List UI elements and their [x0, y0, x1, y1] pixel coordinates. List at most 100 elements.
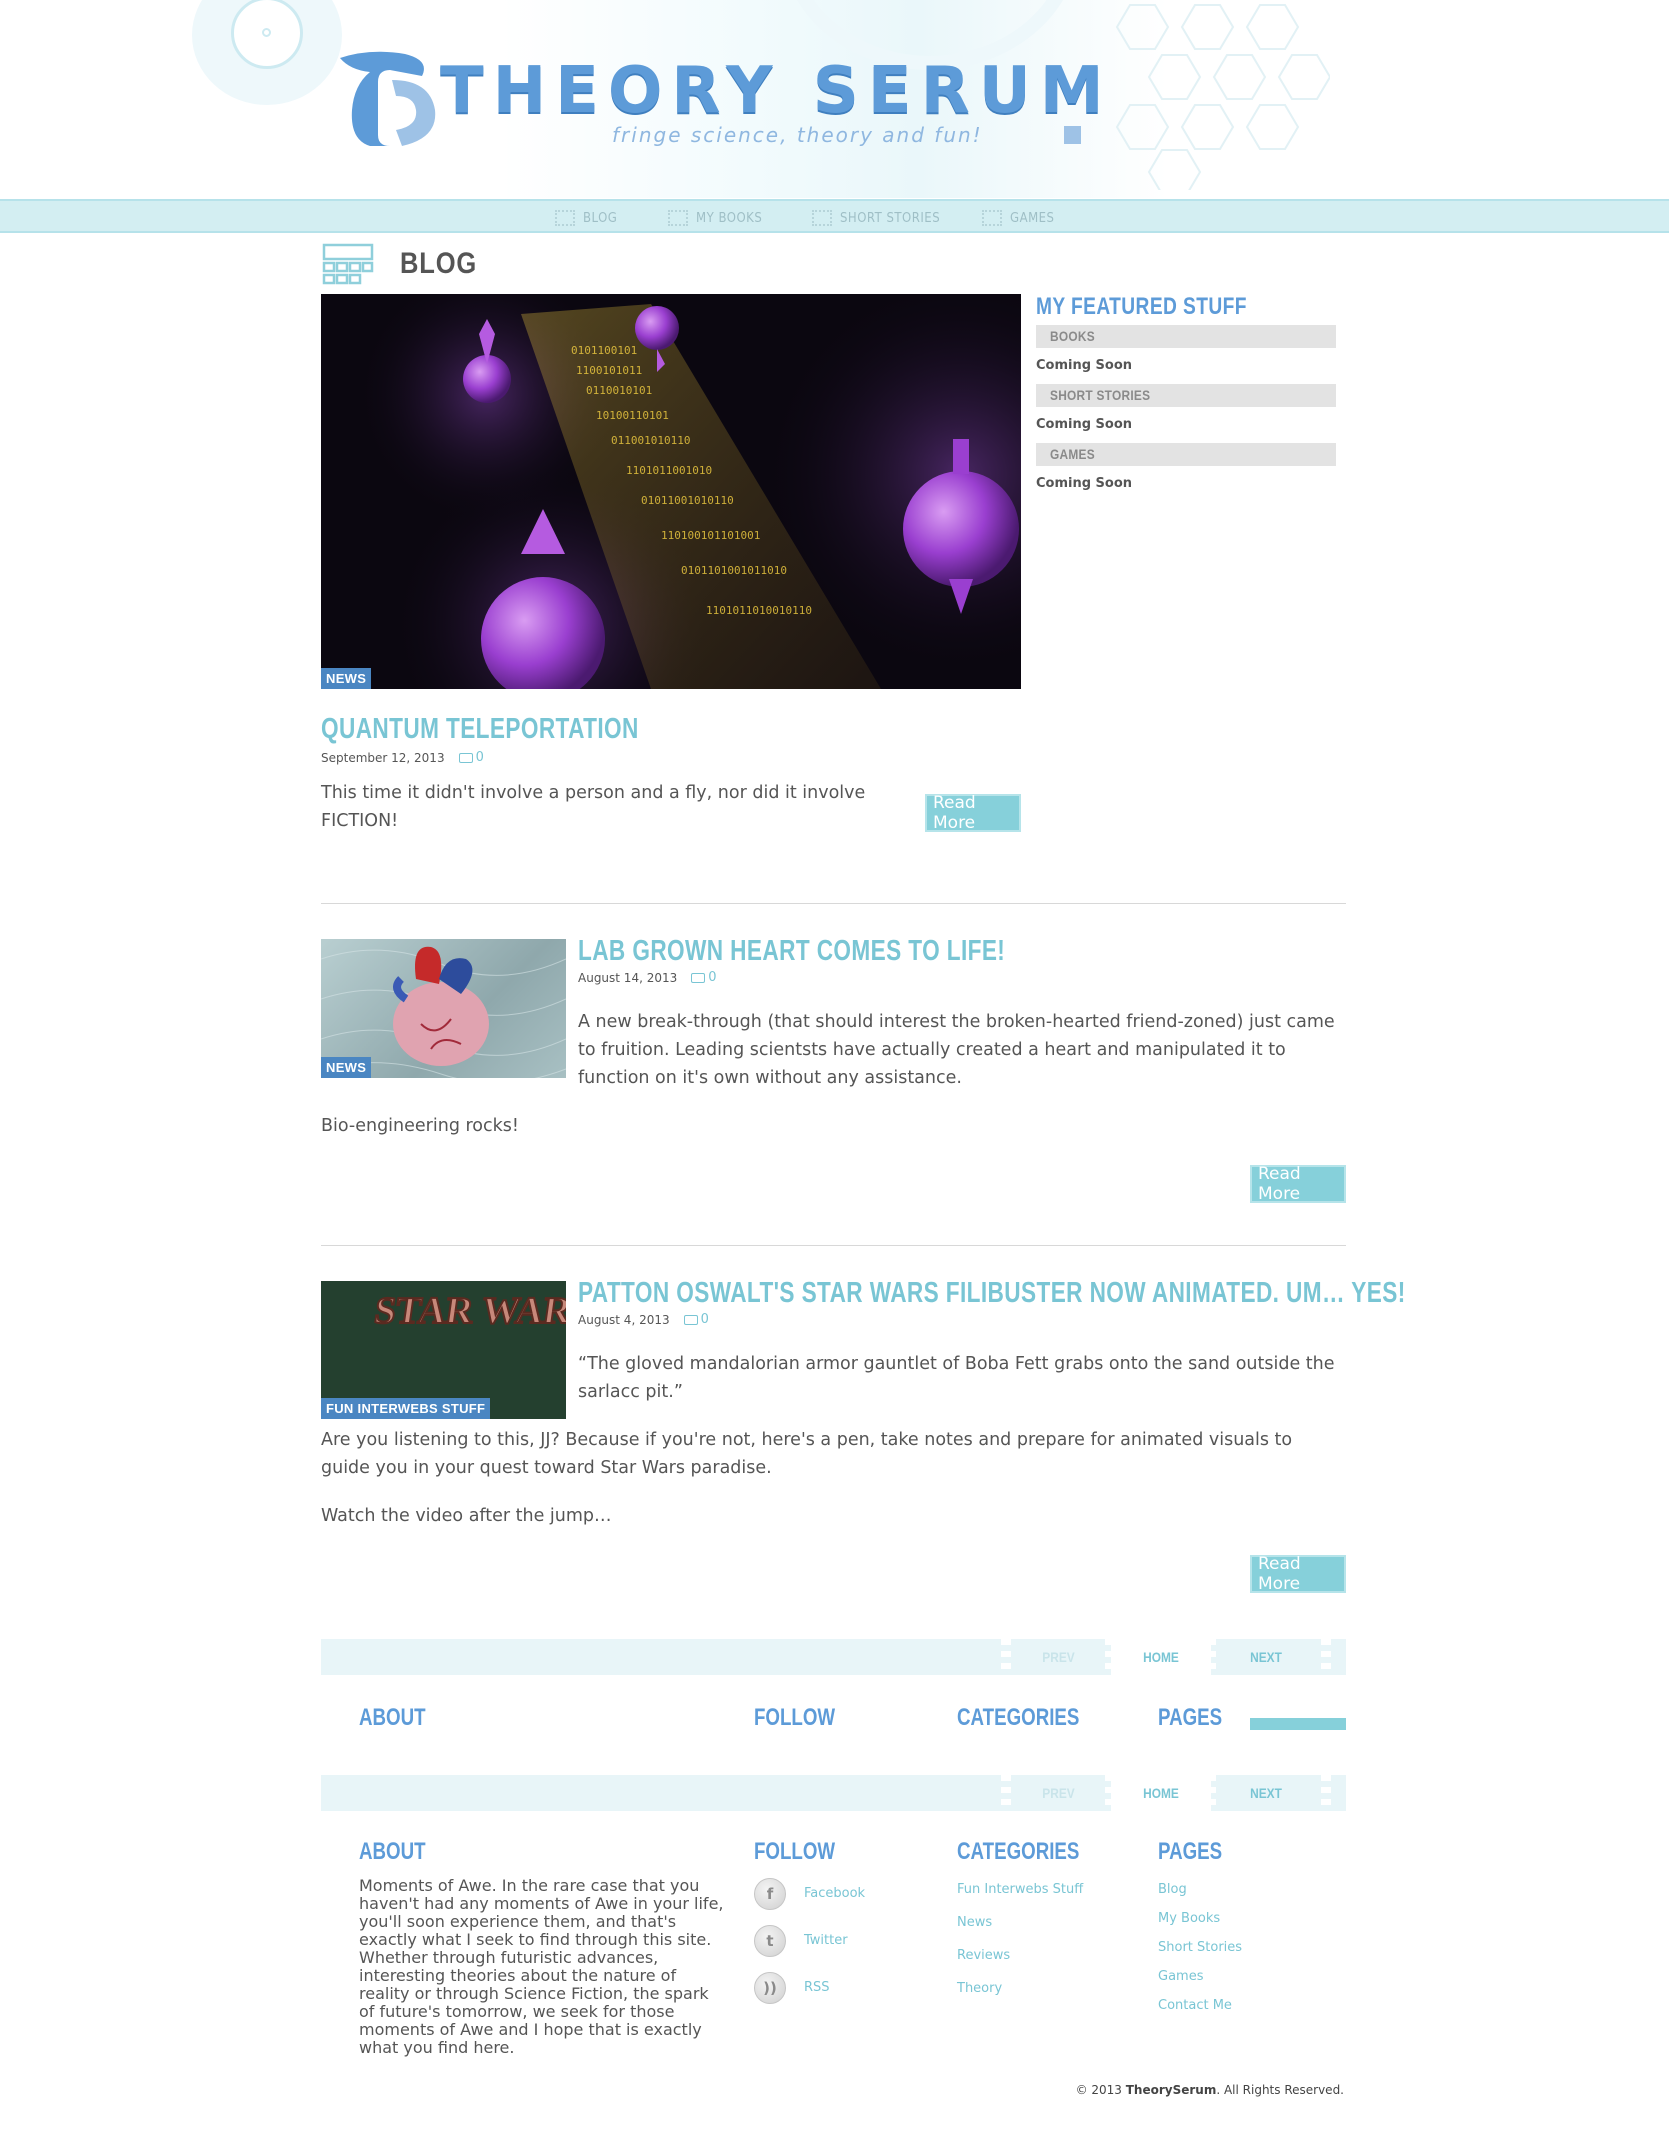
footer-heading-categories: CATEGORIES — [957, 1838, 1080, 1865]
category-link[interactable]: Theory — [957, 1981, 1002, 1996]
post-thumbnail[interactable]: NEWS — [321, 939, 566, 1078]
svg-text:0101101001011010: 0101101001011010 — [681, 564, 787, 577]
stories-icon — [812, 210, 832, 226]
home-button[interactable]: HOME — [1119, 1775, 1204, 1811]
category-badge[interactable]: NEWS — [321, 668, 372, 689]
next-button[interactable]: NEXT — [1219, 1775, 1313, 1811]
page-link[interactable]: Games — [1158, 1969, 1203, 1984]
nav-label: SHORT STORIES — [840, 210, 941, 226]
nav-item-my-books[interactable]: MY BOOKS — [668, 208, 762, 228]
page-title: BLOG — [400, 247, 478, 280]
svg-text:10100110101: 10100110101 — [596, 409, 669, 422]
pager-notch — [1321, 1639, 1331, 1675]
copyright-prefix: © 2013 — [1075, 2083, 1126, 2097]
svg-text:011001010110: 011001010110 — [611, 434, 690, 447]
footer-heading-follow: FOLLOW — [754, 1838, 836, 1865]
pager-notch — [1206, 1775, 1216, 1811]
svg-text:110100101101001: 110100101101001 — [661, 529, 760, 542]
category-link[interactable]: News — [957, 1915, 992, 1930]
pager-notch — [1001, 1775, 1011, 1811]
post-extra-text: Are you listening to this, JJ? Because i… — [321, 1430, 1293, 1478]
comment-icon — [458, 752, 473, 763]
post-extra-text: Bio-engineering rocks! — [321, 1116, 519, 1136]
category-link[interactable]: Reviews — [957, 1948, 1010, 1963]
read-more-button[interactable]: Read More — [1250, 1164, 1346, 1204]
hexagon-pattern — [1115, 4, 1330, 190]
svg-text:1101011010010110: 1101011010010110 — [706, 604, 812, 617]
comments-link[interactable]: 0 — [691, 970, 717, 985]
page-link[interactable]: Short Stories — [1158, 1940, 1242, 1955]
comment-icon — [683, 1314, 698, 1325]
footer-heading-follow: FOLLOW — [754, 1704, 836, 1730]
prev-button[interactable]: PREV — [1018, 1639, 1099, 1675]
clipped-footer-strip: ABOUT FOLLOW CATEGORIES PAGES — [321, 1700, 1346, 1730]
facebook-icon[interactable]: f — [754, 1878, 786, 1910]
post-meta: August 14, 2013 0 — [578, 970, 717, 985]
post-excerpt: “The gloved mandalorian armor gauntlet o… — [578, 1354, 1335, 1402]
post-extra-text: Watch the video after the jump… — [321, 1506, 612, 1526]
page-link[interactable]: Blog — [1158, 1882, 1187, 1897]
post-title[interactable]: QUANTUM TELEPORTATION — [321, 713, 639, 746]
rss-link[interactable]: RSS — [804, 1980, 830, 1995]
site-tagline: fringe science, theory and fun! — [612, 123, 983, 147]
post-date: August 4, 2013 — [578, 1312, 670, 1327]
nav-item-short-stories[interactable]: SHORT STORIES — [812, 208, 940, 228]
comments-link[interactable]: 0 — [683, 1312, 709, 1327]
sidebar-section-heading: BOOKS — [1050, 328, 1095, 344]
footer-heading-categories: CATEGORIES — [957, 1704, 1080, 1730]
sidebar-title: MY FEATURED STUFF — [1036, 293, 1247, 320]
site-title[interactable]: THEORY SERUM — [440, 56, 1113, 126]
post-divider — [321, 903, 1346, 904]
page-link[interactable]: Contact Me — [1158, 1998, 1232, 2013]
svg-text:1101011001010: 1101011001010 — [626, 464, 712, 477]
nav-item-blog[interactable]: BLOG — [555, 208, 617, 228]
sidebar-section-short-stories[interactable]: SHORT STORIES — [1036, 384, 1336, 407]
sidebar-section-text: Coming Soon — [1036, 417, 1133, 432]
games-icon — [982, 210, 1002, 226]
read-more-button[interactable]: Read More — [1250, 1554, 1346, 1594]
category-badge[interactable]: FUN INTERWEBS STUFF — [321, 1398, 491, 1419]
svg-text:0101100101: 0101100101 — [571, 344, 637, 357]
site-header: THEORY SERUM fringe science, theory and … — [0, 0, 1669, 198]
rss-icon[interactable]: )) — [754, 1972, 786, 2004]
sidebar-section-heading: GAMES — [1050, 446, 1095, 462]
quantum-illustration: 0101100101 1100101011 0110010101 101001101… — [321, 294, 1021, 689]
facebook-link[interactable]: Facebook — [804, 1886, 865, 1901]
twitter-icon[interactable]: t — [754, 1925, 786, 1957]
post-excerpt: A new break-through (that should interes… — [578, 1012, 1335, 1088]
sidebar-section-games[interactable]: GAMES — [1036, 443, 1336, 466]
next-button[interactable]: NEXT — [1219, 1639, 1313, 1675]
twitter-link[interactable]: Twitter — [804, 1933, 848, 1948]
post-title[interactable]: PATTON OSWALT'S STAR WARS FILIBUSTER NOW… — [578, 1277, 1406, 1310]
category-link[interactable]: Fun Interwebs Stuff — [957, 1882, 1083, 1897]
prev-button[interactable]: PREV — [1018, 1775, 1099, 1811]
comment-count: 0 — [708, 970, 717, 985]
nav-item-games[interactable]: GAMES — [982, 208, 1054, 228]
post-title[interactable]: LAB GROWN HEART COMES TO LIFE! — [578, 935, 1005, 968]
post-divider — [321, 1245, 1346, 1246]
post-thumbnail[interactable]: STAR WARS FUN INTERWEBS STUFF — [321, 1281, 566, 1419]
comment-icon — [691, 972, 706, 983]
sidebar-section-text: Coming Soon — [1036, 476, 1133, 491]
page-link[interactable]: My Books — [1158, 1911, 1220, 1926]
decorative-dot — [262, 28, 271, 37]
home-button[interactable]: HOME — [1119, 1639, 1204, 1675]
pager-notch — [1321, 1775, 1331, 1811]
comments-link[interactable]: 0 — [458, 750, 484, 765]
pager-notch — [1206, 1639, 1216, 1675]
logo-mark[interactable] — [330, 50, 445, 150]
footer-heading-about: ABOUT — [359, 1704, 426, 1730]
nav-label: MY BOOKS — [696, 210, 763, 226]
blog-section-icon — [322, 243, 374, 285]
featured-post-image[interactable]: 0101100101 1100101011 0110010101 101001101… — [321, 294, 1021, 689]
clipped-accent-bar — [1250, 1718, 1346, 1730]
copyright-suffix: . All Rights Reserved. — [1216, 2083, 1344, 2097]
post-date: September 12, 2013 — [321, 750, 445, 765]
svg-text:STAR WARS: STAR WARS — [372, 1290, 566, 1332]
footer-heading-pages: PAGES — [1158, 1838, 1223, 1865]
pager-notch — [1001, 1639, 1011, 1675]
svg-text:0110010101: 0110010101 — [586, 384, 652, 397]
sidebar-section-books[interactable]: BOOKS — [1036, 325, 1336, 348]
category-badge[interactable]: NEWS — [321, 1057, 372, 1078]
read-more-button[interactable]: Read More — [925, 793, 1021, 833]
